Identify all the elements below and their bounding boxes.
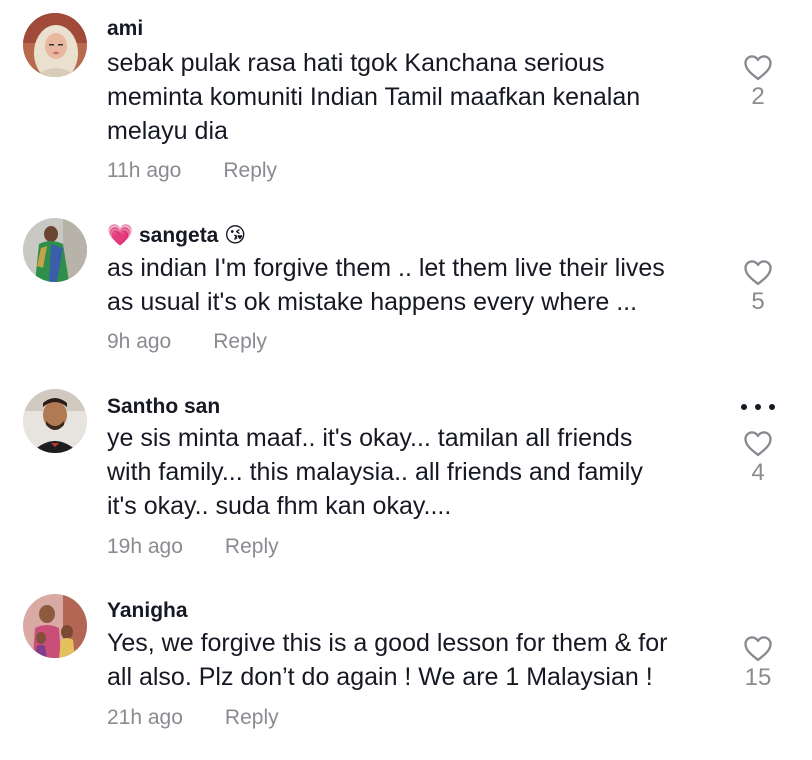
comment-text-line: Yes, we forgive this is a good lesson fo… [107,629,668,657]
avatar[interactable] [23,594,87,658]
comment-time: 21h ago [107,706,183,729]
comment-item: Yanigha Yes, we forgive this is a good l… [0,0,812,760]
like-count: 15 [744,664,772,691]
comment-text-line: all also. Plz don’t do again ! We are 1 … [107,663,653,691]
reply-button[interactable]: Reply [225,706,279,729]
family-avatar-icon [23,594,87,658]
heart-outline-icon [744,636,772,662]
comment-username[interactable]: Yanigha [107,599,188,623]
username-text: Yanigha [107,599,188,622]
comment-text: Yes, we forgive this is a good lesson fo… [107,626,717,694]
comment-meta: 21h ago Reply [107,706,279,730]
like-button[interactable]: 15 [738,634,778,692]
